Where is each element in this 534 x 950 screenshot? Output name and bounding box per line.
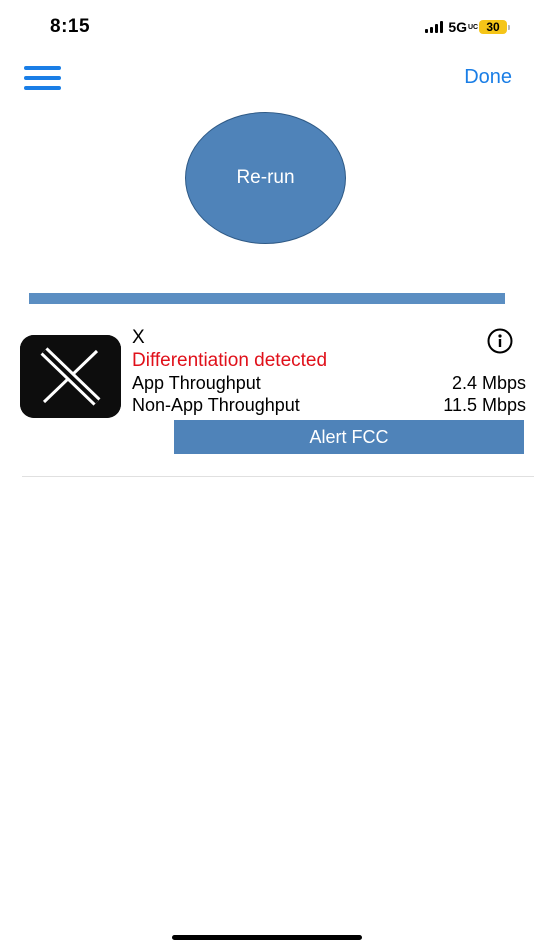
app-throughput-row: App Throughput 2.4 Mbps <box>132 373 526 394</box>
rerun-button[interactable]: Re-run <box>185 112 346 244</box>
x-logo-icon <box>20 335 121 418</box>
network-suffix: UC <box>468 23 479 31</box>
divider <box>22 476 534 477</box>
battery-level: 30 <box>479 20 507 34</box>
app-name: X <box>132 327 145 348</box>
status-time: 8:15 <box>50 16 91 37</box>
progress-bar <box>29 293 505 304</box>
network-label: 5G <box>448 19 467 35</box>
nonapp-throughput-label: Non-App Throughput <box>132 395 300 415</box>
hamburger-menu-icon[interactable] <box>24 66 61 90</box>
result-card: X Differentiation detected App Throughpu… <box>20 326 528 466</box>
done-button[interactable]: Done <box>464 66 512 89</box>
home-indicator[interactable] <box>172 935 362 940</box>
alert-fcc-button[interactable]: Alert FCC <box>174 420 524 454</box>
signal-icon <box>425 21 444 33</box>
info-icon[interactable] <box>487 328 513 354</box>
battery-icon: 30 <box>479 20 510 34</box>
status-indicators: 5G UC 30 <box>425 19 510 35</box>
nonapp-throughput-row: Non-App Throughput 11.5 Mbps <box>132 395 526 416</box>
app-throughput-value: 2.4 Mbps <box>451 373 526 393</box>
status-bar: 8:15 5G UC 30 <box>0 0 534 56</box>
app-throughput-label: App Throughput <box>132 373 261 393</box>
differentiation-status: Differentiation detected <box>132 350 328 371</box>
network-indicator: 5G UC <box>448 19 479 35</box>
nonapp-throughput-value: 11.5 Mbps <box>443 395 526 415</box>
